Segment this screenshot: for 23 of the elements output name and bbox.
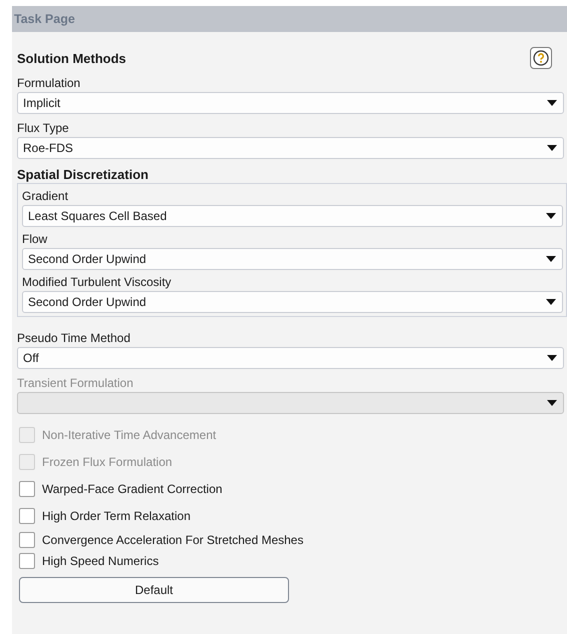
checkbox-label: Warped-Face Gradient Correction [42,482,222,496]
field-label: Flow [22,232,48,246]
dropdown[interactable]: Roe-FDS [17,137,564,159]
field-label: Pseudo Time Method [17,331,132,345]
field-label: Transient Formulation [17,376,134,390]
dropdown[interactable]: Implicit [17,92,564,114]
dropdown[interactable]: Second Order Upwind [22,291,563,313]
field-label: Flux Type [17,121,70,135]
checkbox-label: High Order Term Relaxation [42,508,191,522]
default-button[interactable]: Default [19,577,289,603]
field-label: Formulation [17,76,82,90]
field-label: Gradient [22,189,70,203]
dropdown[interactable]: Off [17,347,564,369]
dropdown[interactable]: Least Squares Cell Based [22,205,563,227]
checkbox-label: High Speed Numerics [42,554,159,568]
checkbox-label: Convergence Acceleration For Stretched Meshes [42,532,304,546]
checkbox-label: Non-Iterative Time Advancement [42,428,216,442]
dropdown[interactable]: Second Order Upwind [22,248,563,270]
section-title: Solution Methods [17,50,126,66]
checkbox-label: Frozen Flux Formulation [42,454,172,468]
panel-title: Task Page [12,6,567,32]
group-title: Spatial Discretization [17,167,150,182]
field-label: Modified Turbulent Viscosity [22,275,172,289]
